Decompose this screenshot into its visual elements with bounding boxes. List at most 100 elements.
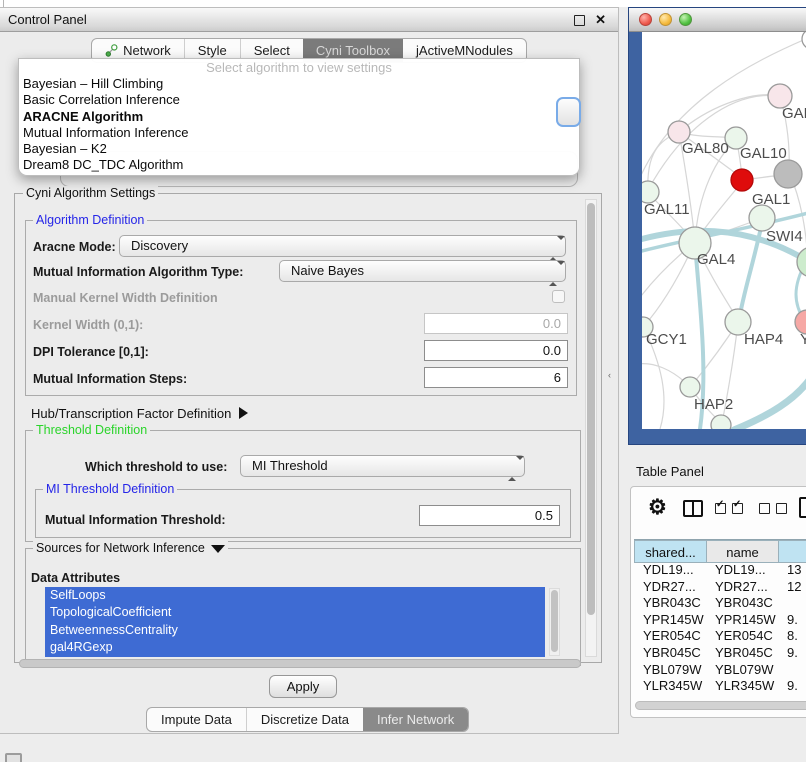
- attribute-item-selected[interactable]: BetweennessCentrality: [45, 622, 545, 639]
- minimize-traffic-light-icon[interactable]: [659, 13, 672, 26]
- cell-name: YDL19...: [706, 562, 778, 579]
- attribute-item-selected[interactable]: gal4RGexp: [45, 639, 545, 656]
- stepper-arrows-icon: [508, 460, 516, 478]
- hub-definition-expander[interactable]: Hub/Transcription Factor Definition: [31, 406, 248, 421]
- cell-name: YPR145W: [706, 612, 778, 629]
- dropdown-item[interactable]: Mutual Information Inference: [19, 125, 579, 141]
- cell-shared-name: YBL079W: [634, 662, 706, 679]
- split-columns-icon[interactable]: [683, 500, 703, 517]
- dpi-tolerance-field[interactable]: [424, 340, 568, 361]
- tab-impute-data[interactable]: Impute Data: [147, 708, 246, 731]
- maximize-traffic-light-icon[interactable]: [679, 13, 692, 26]
- close-icon[interactable]: ✕: [595, 8, 606, 31]
- table-panel: ⚙ ✓ ✓ shared... name YDL19... YDL19... 1…: [630, 486, 806, 718]
- unchecked-checkbox-icon[interactable]: [776, 503, 787, 514]
- apply-button[interactable]: Apply: [269, 675, 337, 698]
- table-row[interactable]: YER054C YER054C 8.: [634, 628, 806, 645]
- float-window-icon[interactable]: [574, 15, 585, 26]
- tab-infer-network[interactable]: Infer Network: [363, 708, 468, 731]
- column-header-shared-name[interactable]: shared...: [634, 540, 706, 563]
- network-canvas[interactable]: GAL GAL80 GAL10 GAL1 GAL11 SWI4 GAL4 GCY…: [642, 32, 806, 429]
- unchecked-checkbox-icon[interactable]: [759, 503, 770, 514]
- dropdown-item[interactable]: Dream8 DC_TDC Algorithm: [19, 157, 579, 173]
- table-row[interactable]: YDL19... YDL19... 13: [634, 562, 806, 579]
- collapse-down-icon: [211, 545, 225, 553]
- cyni-algorithm-settings-group: Cyni Algorithm Settings Algorithm Defini…: [14, 193, 602, 663]
- cell-shared-name: YLR345W: [634, 678, 706, 695]
- table-horizontal-scrollbar[interactable]: [635, 701, 806, 710]
- node-gray[interactable]: [774, 160, 802, 188]
- cell-value: 8.: [778, 628, 806, 645]
- gear-icon[interactable]: ⚙: [648, 495, 667, 520]
- node-partial-top[interactable]: [802, 32, 806, 49]
- data-attributes-list: SelfLoops TopologicalCoefficient Between…: [45, 587, 545, 657]
- settings-vertical-scrollbar[interactable]: [585, 199, 597, 657]
- node-label: HAP2: [694, 396, 733, 413]
- node-gal11[interactable]: [642, 181, 659, 203]
- dropdown-item-aracne[interactable]: ARACNE Algorithm: [19, 109, 579, 125]
- node-label: GCY1: [646, 331, 687, 348]
- aracne-mode-label: Aracne Mode:: [33, 240, 116, 254]
- document-icon[interactable]: [799, 497, 806, 518]
- aracne-mode-value: Discovery: [131, 236, 188, 256]
- column-header-partial[interactable]: [778, 540, 806, 563]
- mi-threshold-field[interactable]: [419, 505, 560, 526]
- attribute-item-selected[interactable]: TopologicalCoefficient: [45, 604, 545, 621]
- cell-value: 9.: [778, 678, 806, 695]
- aracne-mode-combo[interactable]: Discovery: [119, 235, 566, 257]
- attribute-list-scrollbar[interactable]: [549, 588, 560, 656]
- table-row[interactable]: YBL079W YBL079W: [634, 662, 806, 679]
- checked-checkbox-icon[interactable]: ✓: [715, 503, 726, 514]
- settings-group-title: Cyni Algorithm Settings: [23, 186, 158, 200]
- cell-shared-name: YER054C: [634, 628, 706, 645]
- cell-name: YBR045C: [706, 645, 778, 662]
- table-row[interactable]: YIL052C YIL052C 9.: [634, 695, 806, 698]
- panel-resize-mark: ‹: [608, 370, 611, 380]
- checked-checkbox-icon[interactable]: ✓: [732, 503, 743, 514]
- attribute-item-selected[interactable]: SelfLoops: [45, 587, 545, 604]
- table-row[interactable]: YBR045C YBR045C 9.: [634, 645, 806, 662]
- mi-type-combo[interactable]: Naive Bayes: [279, 260, 566, 282]
- sources-title-wrap[interactable]: Sources for Network Inference: [33, 541, 228, 555]
- threshold-definition-title: Threshold Definition: [33, 423, 150, 437]
- dropdown-item[interactable]: Bayesian – K2: [19, 141, 579, 157]
- mi-type-label: Mutual Information Algorithm Type:: [33, 265, 243, 279]
- which-threshold-value: MI Threshold: [252, 456, 328, 476]
- mi-threshold-label: Mutual Information Threshold:: [45, 513, 226, 527]
- dropdown-item[interactable]: Bayesian – Hill Climbing: [19, 76, 579, 92]
- dropdown-prompt: Select algorithm to view settings: [19, 59, 579, 76]
- cell-value: 9.: [778, 695, 806, 698]
- cell-name: YDR27...: [706, 579, 778, 596]
- manual-kernel-checkbox[interactable]: [552, 290, 565, 303]
- node-label: GAL11: [644, 201, 690, 218]
- mi-steps-field[interactable]: [424, 367, 568, 388]
- control-panel: Control Panel ✕ Network Style Select Cyn…: [0, 7, 619, 734]
- cell-value: [778, 662, 806, 679]
- table-row[interactable]: YLR345W YLR345W 9.: [634, 678, 806, 695]
- settings-horizontal-scrollbar[interactable]: [19, 659, 581, 668]
- column-header-name[interactable]: name: [706, 540, 778, 563]
- kernel-width-field[interactable]: [424, 313, 568, 334]
- sources-title: Sources for Network Inference: [36, 541, 205, 555]
- dropdown-item[interactable]: Basic Correlation Inference: [19, 92, 579, 108]
- node-partial-bottom[interactable]: [711, 415, 731, 429]
- node-red[interactable]: [731, 169, 753, 191]
- table-row[interactable]: YBR043C YBR043C: [634, 595, 806, 612]
- table-row[interactable]: YDR27... YDR27... 12: [634, 579, 806, 596]
- node-right-green[interactable]: [797, 247, 806, 277]
- cell-shared-name: YDL19...: [634, 562, 706, 579]
- node-hap2[interactable]: [680, 377, 700, 397]
- close-traffic-light-icon[interactable]: [639, 13, 652, 26]
- kernel-width-label: Kernel Width (0,1):: [33, 318, 143, 332]
- cell-value: 13: [778, 562, 806, 579]
- control-panel-title: Control Panel: [8, 8, 87, 31]
- which-threshold-combo[interactable]: MI Threshold: [240, 455, 525, 477]
- tab-discretize-data[interactable]: Discretize Data: [246, 708, 363, 731]
- cell-name: YBL079W: [706, 662, 778, 679]
- cell-name: YIL052C: [706, 695, 778, 698]
- table-header: shared... name: [634, 539, 806, 563]
- table-row[interactable]: YPR145W YPR145W 9.: [634, 612, 806, 629]
- cell-shared-name: YBR043C: [634, 595, 706, 612]
- stepper-arrows-icon: [549, 240, 557, 258]
- minimized-panel-fragment: [5, 753, 22, 762]
